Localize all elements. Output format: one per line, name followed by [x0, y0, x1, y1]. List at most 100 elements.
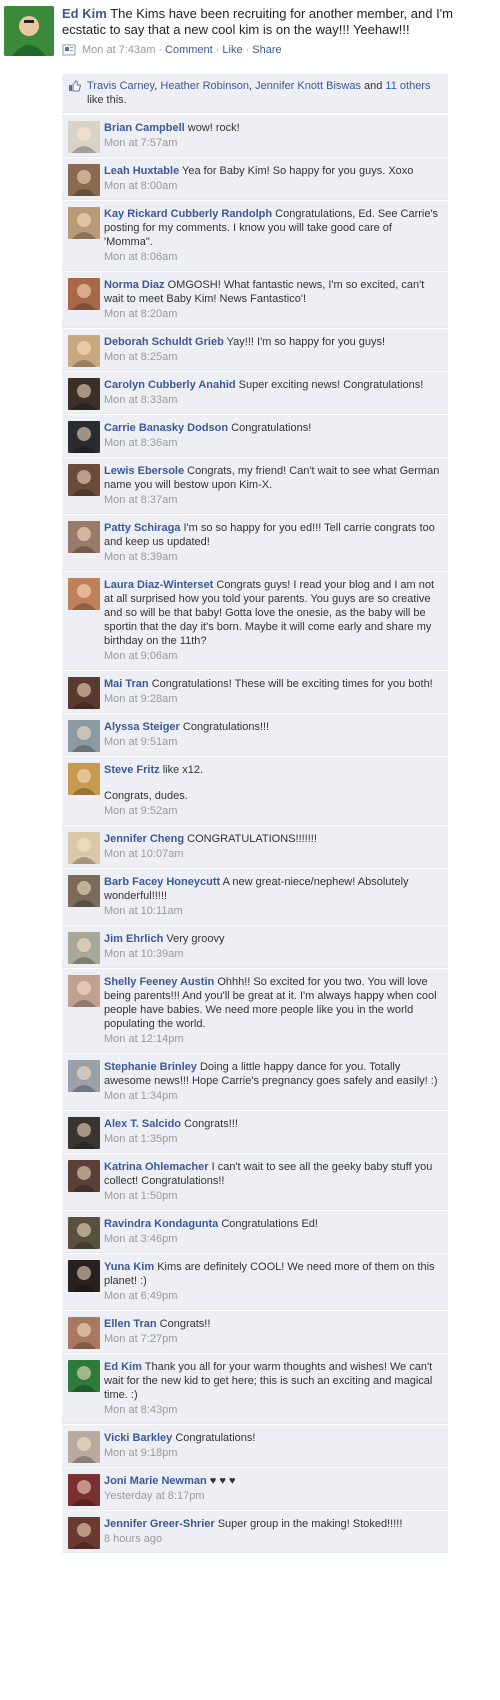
comment-timestamp[interactable]: Mon at 8:20am [104, 307, 442, 321]
comment-timestamp[interactable]: Mon at 8:36am [104, 436, 442, 450]
comment-timestamp[interactable]: Mon at 8:06am [104, 250, 442, 264]
commenter-avatar[interactable] [68, 207, 100, 239]
likes-suffix: like this. [87, 94, 127, 106]
comment-timestamp[interactable]: Mon at 8:00am [104, 179, 442, 193]
comment-link[interactable]: Comment [165, 44, 213, 56]
commenter-avatar[interactable] [68, 763, 100, 795]
commenter-avatar[interactable] [68, 121, 100, 153]
commenter-avatar[interactable] [68, 975, 100, 1007]
commenter-name-link[interactable]: Jennifer Greer-Shrier [104, 1518, 215, 1530]
commenter-name-link[interactable]: Shelly Feeney Austin [104, 976, 214, 988]
comment-timestamp[interactable]: Mon at 1:35pm [104, 1132, 442, 1146]
commenter-name-link[interactable]: Mai Tran [104, 678, 149, 690]
commenter-avatar[interactable] [68, 421, 100, 453]
commenter-avatar[interactable] [68, 1517, 100, 1549]
commenter-avatar[interactable] [68, 464, 100, 496]
commenter-name-link[interactable]: Alyssa Steiger [104, 721, 180, 733]
comment-timestamp[interactable]: Mon at 12:14pm [104, 1032, 442, 1046]
commenter-avatar[interactable] [68, 1117, 100, 1149]
commenter-name-link[interactable]: Joni Marie Newman [104, 1475, 207, 1487]
commenter-name-link[interactable]: Yuna Kim [104, 1261, 154, 1273]
commenter-avatar[interactable] [68, 1474, 100, 1506]
commenter-name-link[interactable]: Carolyn Cubberly Anahid [104, 379, 236, 391]
commenter-avatar[interactable] [68, 1360, 100, 1392]
comment-timestamp[interactable]: Mon at 8:39am [104, 550, 442, 564]
commenter-name-link[interactable]: Barb Facey Honeycutt [104, 876, 220, 888]
commenter-name-link[interactable]: Ravindra Kondagunta [104, 1218, 218, 1230]
comment-body: Kay Rickard Cubberly Randolph Congratula… [104, 207, 442, 264]
comment-timestamp[interactable]: Mon at 7:57am [104, 136, 442, 150]
commenter-name-link[interactable]: Ed Kim [104, 1361, 142, 1373]
comment-timestamp[interactable]: Mon at 7:27pm [104, 1332, 442, 1346]
comment-item: Barb Facey Honeycutt A new great-niece/n… [62, 868, 448, 925]
commenter-avatar[interactable] [68, 578, 100, 610]
commenter-name-link[interactable]: Jim Ehrlich [104, 933, 163, 945]
commenter-name-link[interactable]: Deborah Schuldt Grieb [104, 336, 224, 348]
comment-timestamp[interactable]: Yesterday at 8:17pm [104, 1489, 442, 1503]
post-timestamp[interactable]: Mon at 7:43am [82, 44, 155, 56]
liker-link[interactable]: Jennifer Knott Biswas [255, 80, 361, 92]
commenter-avatar[interactable] [68, 1060, 100, 1092]
commenter-name-link[interactable]: Jennifer Cheng [104, 833, 184, 845]
likes-others-link[interactable]: 11 others [385, 80, 430, 92]
commenter-avatar[interactable] [68, 677, 100, 709]
commenter-name-link[interactable]: Laura Diaz-Winterset [104, 579, 213, 591]
commenter-name-link[interactable]: Patty Schiraga [104, 522, 180, 534]
commenter-avatar[interactable] [68, 378, 100, 410]
comment-timestamp[interactable]: Mon at 9:06am [104, 649, 442, 663]
avatar-photo-icon [72, 838, 96, 864]
commenter-name-link[interactable]: Steve Fritz [104, 764, 160, 776]
commenter-avatar[interactable] [68, 1260, 100, 1292]
commenter-name-link[interactable]: Lewis Ebersole [104, 465, 184, 477]
comment-timestamp[interactable]: Mon at 1:34pm [104, 1089, 442, 1103]
comment-timestamp[interactable]: Mon at 8:25am [104, 350, 442, 364]
comment-timestamp[interactable]: Mon at 3:46pm [104, 1232, 442, 1246]
comment-timestamp[interactable]: Mon at 6:49pm [104, 1289, 442, 1303]
commenter-avatar[interactable] [68, 832, 100, 864]
like-link[interactable]: Like [222, 44, 242, 56]
commenter-avatar[interactable] [68, 720, 100, 752]
comment-body: Jennifer Cheng CONGRATULATIONS!!!!!!! Mon… [104, 832, 442, 861]
commenter-name-link[interactable]: Kay Rickard Cubberly Randolph [104, 208, 272, 220]
comment-timestamp[interactable]: Mon at 9:52am [104, 804, 442, 818]
commenter-name-link[interactable]: Alex T. Salcido [104, 1118, 181, 1130]
author-avatar[interactable] [4, 6, 54, 56]
comment-timestamp[interactable]: 8 hours ago [104, 1532, 442, 1546]
comment-text: Super group in the making! Stoked!!!!! [217, 1518, 403, 1530]
commenter-avatar[interactable] [68, 521, 100, 553]
commenter-avatar[interactable] [68, 1317, 100, 1349]
commenter-name-link[interactable]: Norma Diaz [104, 279, 165, 291]
commenter-name-link[interactable]: Ellen Tran [104, 1318, 157, 1330]
comment-timestamp[interactable]: Mon at 10:07am [104, 847, 442, 861]
comment-timestamp[interactable]: Mon at 10:11am [104, 904, 442, 918]
comment-timestamp[interactable]: Mon at 1:50pm [104, 1189, 442, 1203]
commenter-avatar[interactable] [68, 1217, 100, 1249]
commenter-avatar[interactable] [68, 875, 100, 907]
comment-timestamp[interactable]: Mon at 8:43pm [104, 1403, 442, 1417]
commenter-avatar[interactable] [68, 164, 100, 196]
comment-timestamp[interactable]: Mon at 9:18pm [104, 1446, 442, 1460]
comment-timestamp[interactable]: Mon at 10:39am [104, 947, 442, 961]
comment-timestamp[interactable]: Mon at 9:28am [104, 692, 442, 706]
commenter-name-link[interactable]: Leah Huxtable [104, 165, 179, 177]
share-link[interactable]: Share [252, 44, 281, 56]
commenter-avatar[interactable] [68, 335, 100, 367]
commenter-name-link[interactable]: Katrina Ohlemacher [104, 1161, 209, 1173]
comment-timestamp[interactable]: Mon at 8:37am [104, 493, 442, 507]
commenter-avatar[interactable] [68, 1431, 100, 1463]
commenter-name-link[interactable]: Vicki Barkley [104, 1432, 172, 1444]
commenter-name-link[interactable]: Stephanie Brinley [104, 1061, 197, 1073]
liker-link[interactable]: Travis Carney [87, 80, 154, 92]
comment-timestamp[interactable]: Mon at 9:51am [104, 735, 442, 749]
commenter-name-link[interactable]: Brian Campbell [104, 122, 185, 134]
liker-link[interactable]: Heather Robinson [160, 80, 249, 92]
comment-timestamp[interactable]: Mon at 8:33am [104, 393, 442, 407]
commenter-avatar[interactable] [68, 278, 100, 310]
comment-item: Ravindra Kondagunta Congratulations Ed! M… [62, 1210, 448, 1253]
commenter-avatar[interactable] [68, 932, 100, 964]
commenter-name-link[interactable]: Carrie Banasky Dodson [104, 422, 228, 434]
comment-item: Brian Campbell wow! rock! Mon at 7:57am [62, 114, 448, 157]
post-author-link[interactable]: Ed Kim [62, 6, 107, 21]
commenter-avatar[interactable] [68, 1160, 100, 1192]
comment-body: Alyssa Steiger Congratulations!!! Mon at … [104, 720, 442, 749]
